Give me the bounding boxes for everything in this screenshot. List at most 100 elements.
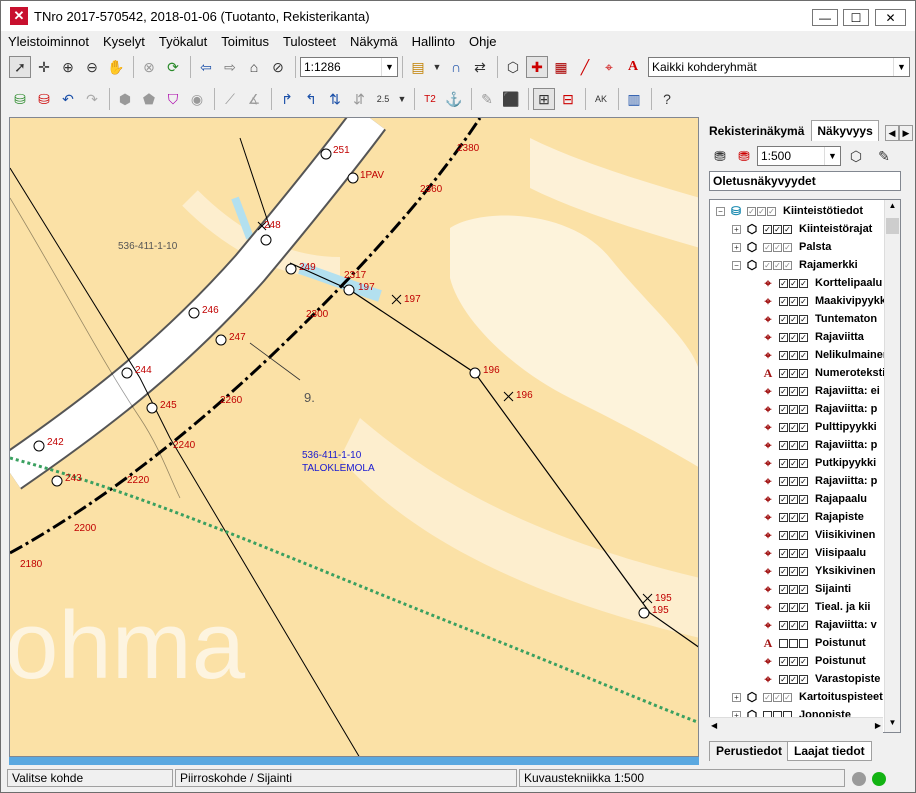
tree-row[interactable]: ⌖ ✓ ✓ ✓ Tuntematon <box>748 310 878 328</box>
scale-combo[interactable]: 1:1286 ▼ <box>300 57 398 77</box>
visibility-checkbox[interactable] <box>779 638 788 648</box>
visibility-checkbox[interactable]: ✓ <box>789 404 798 414</box>
visibility-checkbox[interactable]: ✓ <box>763 242 772 252</box>
visibility-checkbox[interactable]: ✓ <box>789 422 798 432</box>
angle-icon[interactable]: ∡ <box>243 88 265 110</box>
map-svg[interactable]: ohma 251 1PAV 2380 2360 248 249 2317 197… <box>10 118 699 757</box>
expand-icon[interactable]: + <box>732 242 741 252</box>
help-icon[interactable]: ? <box>656 88 678 110</box>
visibility-checkbox[interactable]: ✓ <box>783 260 792 270</box>
visibility-checkbox[interactable]: ✓ <box>789 494 798 504</box>
tree-row[interactable]: ⌖ ✓ ✓ ✓ Sijainti <box>748 580 851 598</box>
undo-icon[interactable]: ↶ <box>57 88 79 110</box>
fill-icon[interactable]: ⬛ <box>500 88 522 110</box>
tree-row[interactable]: ⌖ ✓ ✓ ✓ Korttelipaalu <box>748 274 883 292</box>
expand-icon[interactable]: + <box>732 692 741 702</box>
visibility-checkbox[interactable]: ✓ <box>799 386 808 396</box>
layers-remove-icon[interactable]: ⛃ <box>733 145 755 167</box>
tree-scrollbar[interactable]: ▲ ▼ <box>884 200 900 732</box>
columns-icon[interactable]: ▥ <box>623 88 645 110</box>
anchor-icon[interactable]: ⚓ <box>443 88 465 110</box>
visibility-checkbox[interactable]: ✓ <box>799 296 808 306</box>
menu-toimitus[interactable]: Toimitus <box>221 34 269 49</box>
tab-perustiedot[interactable]: Perustiedot <box>709 741 790 761</box>
layer-icon[interactable]: ▤ <box>407 56 429 78</box>
collapse-icon[interactable]: − <box>732 260 741 270</box>
tab-next-icon[interactable]: ▶ <box>899 125 913 141</box>
db-save-icon[interactable]: ⛁ <box>9 88 31 110</box>
visibility-checkbox[interactable]: ✓ <box>799 674 808 684</box>
tree-row[interactable]: A Poistunut <box>748 634 866 652</box>
target-icon[interactable]: ⌖ <box>598 56 620 78</box>
tree-row[interactable]: ⌖ ✓ ✓ ✓ Rajaviitta <box>748 328 864 346</box>
visibility-checkbox[interactable]: ✓ <box>747 206 756 216</box>
visibility-checkbox[interactable] <box>789 638 798 648</box>
menu-nakyma[interactable]: Näkymä <box>350 34 398 49</box>
visibility-checkbox[interactable]: ✓ <box>779 548 788 558</box>
visibility-checkbox[interactable]: ✓ <box>779 494 788 504</box>
visibility-checkbox[interactable]: ✓ <box>789 530 798 540</box>
visibility-checkbox[interactable]: ✓ <box>783 242 792 252</box>
point-move2-icon[interactable]: ↰ <box>300 88 322 110</box>
visibility-checkbox[interactable]: ✓ <box>779 296 788 306</box>
refresh-icon[interactable]: ⟳ <box>162 56 184 78</box>
tree-row[interactable]: − ⬡ ✓ ✓ ✓ Rajamerkki <box>732 256 858 274</box>
visibility-checkbox[interactable]: ✓ <box>789 584 798 594</box>
scale-text-icon[interactable]: 2.5 <box>372 88 394 110</box>
visibility-checkbox[interactable]: ✓ <box>799 440 808 450</box>
visibility-checkbox[interactable]: ✓ <box>789 278 798 288</box>
visibility-checkbox[interactable]: ✓ <box>783 224 792 234</box>
visibility-checkbox[interactable]: ✓ <box>799 494 808 504</box>
maximize-button[interactable]: ☐ <box>843 9 869 26</box>
visibility-checkbox[interactable]: ✓ <box>799 404 808 414</box>
tree-row[interactable]: ⌖ ✓ ✓ ✓ Rajapiste <box>748 508 864 526</box>
map-scrollbar[interactable] <box>9 757 699 765</box>
visibility-checkbox[interactable]: ✓ <box>799 548 808 558</box>
visibility-checkbox[interactable]: ✓ <box>789 296 798 306</box>
visibility-checkbox[interactable]: ✓ <box>779 656 788 666</box>
layer-tree[interactable]: − ⛁ ✓ ✓ ✓ Kiinteistötiedot + ⬡ ✓ ✓ ✓ Kiinteistöraja… <box>709 199 901 733</box>
edit-layers-icon[interactable]: ✎ <box>873 145 895 167</box>
tree-row[interactable]: ⌖ ✓ ✓ ✓ Rajaviitta: p <box>748 436 878 454</box>
menu-kyselyt[interactable]: Kyselyt <box>103 34 145 49</box>
expand-icon[interactable]: + <box>732 224 741 234</box>
point-move4-icon[interactable]: ⇵ <box>348 88 370 110</box>
tree-row[interactable]: ⌖ ✓ ✓ ✓ Rajaviitta: p <box>748 400 878 418</box>
box-check-icon[interactable]: ⬡ <box>845 145 867 167</box>
minimize-button[interactable]: — <box>812 9 838 26</box>
line-icon[interactable]: ╱ <box>574 56 596 78</box>
visibility-checkbox[interactable]: ✓ <box>799 620 808 630</box>
visibility-checkbox[interactable]: ✓ <box>789 548 798 558</box>
tree-row[interactable]: ⌖ ✓ ✓ ✓ Viisipaalu <box>748 544 867 562</box>
visibility-checkbox[interactable]: ✓ <box>779 386 788 396</box>
visibility-checkbox[interactable]: ✓ <box>799 584 808 594</box>
forward-arrow-icon[interactable]: ⇨ <box>219 56 241 78</box>
tab-prev-icon[interactable]: ◀ <box>885 125 899 141</box>
back-arrow-icon[interactable]: ⇦ <box>195 56 217 78</box>
object-group-combo[interactable]: Kaikki kohderyhmät ▼ <box>648 57 910 77</box>
visibility-checkbox[interactable]: ✓ <box>779 404 788 414</box>
tree-row[interactable]: ⌖ ✓ ✓ ✓ Yksikivinen <box>748 562 876 580</box>
visibility-checkbox[interactable]: ✓ <box>779 368 788 378</box>
visibility-checkbox[interactable]: ✓ <box>789 368 798 378</box>
tree-row[interactable]: ⌖ ✓ ✓ ✓ Rajapaalu <box>748 490 867 508</box>
visibility-checkbox[interactable]: ✓ <box>779 440 788 450</box>
tree-row[interactable]: ⌖ ✓ ✓ ✓ Rajaviitta: p <box>748 472 878 490</box>
tree-row[interactable]: ⌖ ✓ ✓ ✓ Maakivipyykki <box>748 292 889 310</box>
menu-hallinto[interactable]: Hallinto <box>412 34 455 49</box>
layers-icon[interactable]: ⛃ <box>709 145 731 167</box>
swap-icon[interactable]: ⇄ <box>469 56 491 78</box>
visibility-checkbox[interactable]: ✓ <box>773 242 782 252</box>
visibility-checkbox[interactable]: ✓ <box>773 260 782 270</box>
visibility-checkbox[interactable]: ✓ <box>779 674 788 684</box>
visibility-checkbox[interactable]: ✓ <box>789 602 798 612</box>
hatch-icon[interactable]: ▦ <box>550 56 572 78</box>
pen-icon[interactable]: ✎ <box>476 88 498 110</box>
visibility-checkbox[interactable]: ✓ <box>789 350 798 360</box>
visibility-checkbox[interactable]: ✓ <box>779 584 788 594</box>
tree-row[interactable]: ⌖ ✓ ✓ ✓ Pulttipyykki <box>748 418 877 436</box>
visibility-checkbox[interactable]: ✓ <box>789 314 798 324</box>
visibility-checkbox[interactable]: ✓ <box>789 512 798 522</box>
visibility-checkbox[interactable]: ✓ <box>779 278 788 288</box>
visibility-checkbox[interactable]: ✓ <box>799 350 808 360</box>
